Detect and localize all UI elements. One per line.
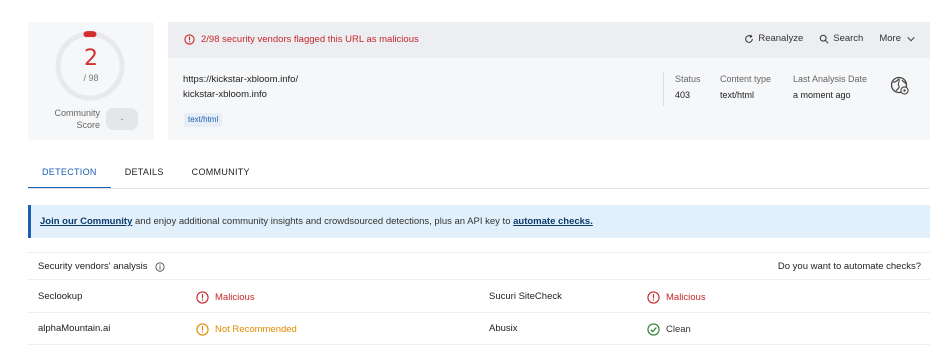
vendor-result-not-recommended: Not Recommended — [196, 323, 297, 336]
tab-detection[interactable]: DETECTION — [28, 160, 111, 189]
join-community-link[interactable]: Join our Community — [40, 216, 132, 227]
detection-count: 2 — [84, 46, 98, 71]
tab-divider — [28, 188, 930, 189]
result-label: Malicious — [666, 292, 706, 303]
content-type-value: text/html — [720, 90, 755, 100]
scanned-url: https://kickstar-xbloom.info/ — [183, 74, 299, 85]
more-menu-button[interactable]: More — [879, 33, 916, 44]
content-type-meta: Content type text/html — [720, 74, 771, 100]
table-row: alphaMountain.ai Not Recommended Abusix … — [28, 313, 930, 345]
automate-checks-prompt[interactable]: Do you want to automate checks? — [778, 261, 921, 272]
more-label: More — [879, 33, 901, 44]
refresh-icon — [745, 34, 754, 43]
vendor-result-clean: Clean — [647, 323, 691, 336]
result-label: Malicious — [215, 292, 255, 303]
vendor-result-malicious: Malicious — [647, 291, 706, 304]
scanned-host: kickstar-xbloom.info — [183, 89, 267, 100]
meta-divider — [663, 72, 664, 106]
search-label: Search — [833, 33, 864, 44]
last-analysis-value: a moment ago — [793, 90, 851, 100]
malicious-alert: 2/98 security vendors flagged this URL a… — [184, 34, 419, 45]
globe-settings-icon[interactable] — [890, 76, 910, 96]
status-label: Status — [675, 74, 701, 84]
tab-community[interactable]: COMMUNITY — [178, 160, 264, 189]
last-analysis-label: Last Analysis Date — [793, 74, 868, 84]
vendor-result-malicious: Malicious — [196, 291, 255, 304]
vendors-title: Security vendors' analysis — [38, 261, 165, 272]
vendor-total: / 98 — [83, 73, 99, 83]
reanalyze-label: Reanalyze — [758, 33, 804, 44]
status-value: 403 — [675, 90, 691, 100]
alert-text: 2/98 security vendors flagged this URL a… — [201, 34, 419, 45]
detection-score-card: 2 / 98 Community Score - — [28, 22, 154, 140]
result-label: Clean — [666, 324, 691, 335]
table-row: Seclookup Malicious Sucuri SiteCheck Mal… — [28, 281, 930, 313]
content-type-tag[interactable]: text/html — [184, 113, 223, 127]
alert-circle-icon — [196, 291, 209, 304]
vendor-name: Sucuri SiteCheck — [489, 291, 562, 302]
alert-circle-icon — [184, 34, 195, 45]
community-score-badge[interactable]: - — [106, 108, 138, 130]
action-bar: Reanalyze Search More — [728, 33, 916, 44]
tab-details[interactable]: DETAILS — [111, 160, 178, 189]
community-banner: Join our Community and enjoy additional … — [28, 205, 930, 238]
automate-checks-link[interactable]: automate checks. — [513, 216, 593, 227]
result-label: Not Recommended — [215, 324, 297, 335]
chevron-down-icon — [907, 36, 915, 41]
url-info-card: 2/98 security vendors flagged this URL a… — [168, 22, 930, 140]
content-type-label: Content type — [720, 74, 772, 84]
banner-text: and enjoy additional community insights … — [132, 216, 514, 227]
last-analysis-meta: Last Analysis Date a moment ago — [793, 74, 867, 100]
vendor-name: alphaMountain.ai — [38, 323, 111, 334]
reanalyze-button[interactable]: Reanalyze — [744, 33, 803, 44]
search-button[interactable]: Search — [819, 33, 863, 44]
status-meta: Status 403 — [675, 74, 701, 100]
vendors-title-text: Security vendors' analysis — [38, 261, 148, 272]
vendor-name: Seclookup — [38, 291, 83, 302]
warning-circle-icon — [196, 323, 209, 336]
vendor-name: Abusix — [489, 323, 518, 334]
community-score-label: Community Score — [54, 108, 100, 130]
search-icon — [819, 34, 829, 44]
check-circle-icon — [647, 323, 660, 336]
tab-bar: DETECTION DETAILS COMMUNITY — [28, 160, 264, 189]
vendors-header: Security vendors' analysis Do you want t… — [28, 252, 930, 280]
alert-circle-icon — [647, 291, 660, 304]
info-icon[interactable] — [154, 261, 165, 272]
